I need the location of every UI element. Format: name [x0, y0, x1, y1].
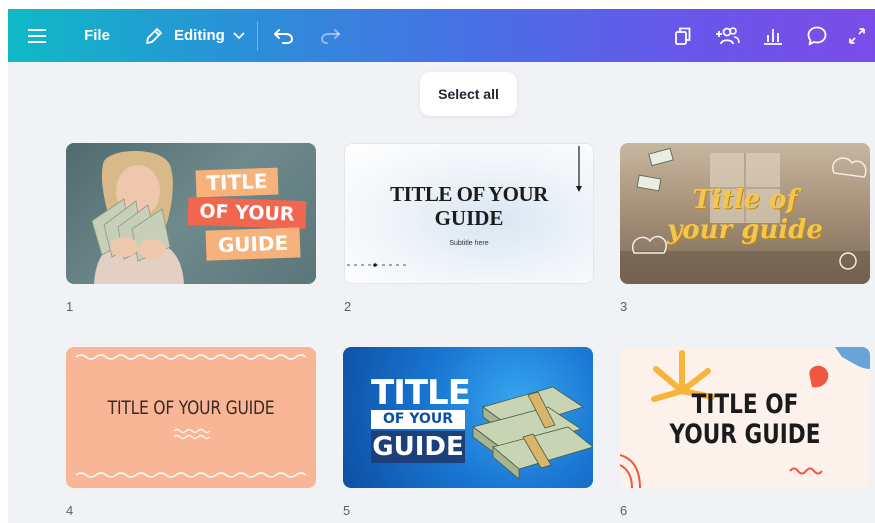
fullscreen-button[interactable]	[839, 9, 875, 62]
undo-button[interactable]	[258, 9, 310, 62]
slide-title-line-2: YOUR GUIDE	[669, 419, 821, 450]
pencil-icon	[146, 27, 162, 44]
redo-icon	[320, 28, 340, 44]
slide-title-line-1: TITLE	[371, 373, 471, 413]
analytics-icon	[764, 28, 782, 45]
editing-mode-label: Editing	[174, 27, 225, 44]
page-thumbnail-3[interactable]: Title of your guide	[620, 143, 870, 284]
slide-title-line-2: your guide	[667, 215, 823, 245]
menu-icon	[28, 28, 46, 43]
menu-button[interactable]	[8, 9, 68, 62]
copy-pages-icon	[675, 27, 691, 45]
slide-title-line-3: GUIDE	[371, 431, 465, 463]
comment-button[interactable]	[795, 9, 839, 62]
expand-icon	[849, 27, 865, 44]
slide-title-line-3: GUIDE	[205, 227, 301, 261]
file-menu-label: File	[84, 27, 110, 44]
page-number-2: 2	[344, 299, 352, 314]
slide-title-line-1: TITLE	[195, 167, 279, 198]
page-thumbnail-1[interactable]: TITLE OF YOUR GUIDE	[66, 143, 316, 284]
slide-title-line-2: OF YOUR	[371, 410, 465, 429]
file-menu-button[interactable]: File	[68, 9, 126, 62]
woman-holding-money-image	[91, 151, 184, 284]
select-all-button[interactable]: Select all	[420, 72, 517, 116]
editor-canvas: File Editing Select all TITLE OF YOUR GU…	[8, 9, 875, 523]
redo-button[interactable]	[310, 9, 350, 62]
editing-mode-button[interactable]: Editing	[126, 9, 257, 62]
page-thumbnail-4[interactable]: TITLE OF YOUR GUIDE	[66, 347, 316, 488]
comment-icon	[807, 26, 827, 45]
undo-icon	[273, 28, 293, 44]
page-thumbnail-5[interactable]: TITLE OF YOUR GUIDE	[343, 347, 593, 488]
page-number-4: 4	[66, 503, 74, 518]
page-thumbnail-2[interactable]: TITLE OF YOUR GUIDE Subtitle here	[344, 143, 594, 284]
copy-pages-button[interactable]	[661, 9, 705, 62]
slide-title-line-2: OF YOUR	[187, 196, 307, 230]
analytics-button[interactable]	[751, 9, 795, 62]
page-number-3: 3	[620, 299, 628, 314]
add-people-icon	[716, 26, 740, 44]
page-number-6: 6	[620, 503, 628, 518]
page-thumbnail-6[interactable]: TITLE OF YOUR GUIDE	[620, 347, 870, 488]
slide-title-line-1: TITLE OF	[691, 389, 799, 420]
slide-title-line-1: Title of	[692, 185, 798, 215]
top-toolbar: File Editing	[8, 9, 875, 62]
page-number-5: 5	[343, 503, 351, 518]
slide-title: TITLE OF YOUR GUIDE	[107, 397, 275, 419]
share-people-button[interactable]	[705, 9, 751, 62]
chevron-down-icon	[233, 31, 245, 39]
slide-decoration	[347, 146, 582, 267]
page-number-1: 1	[66, 299, 74, 314]
